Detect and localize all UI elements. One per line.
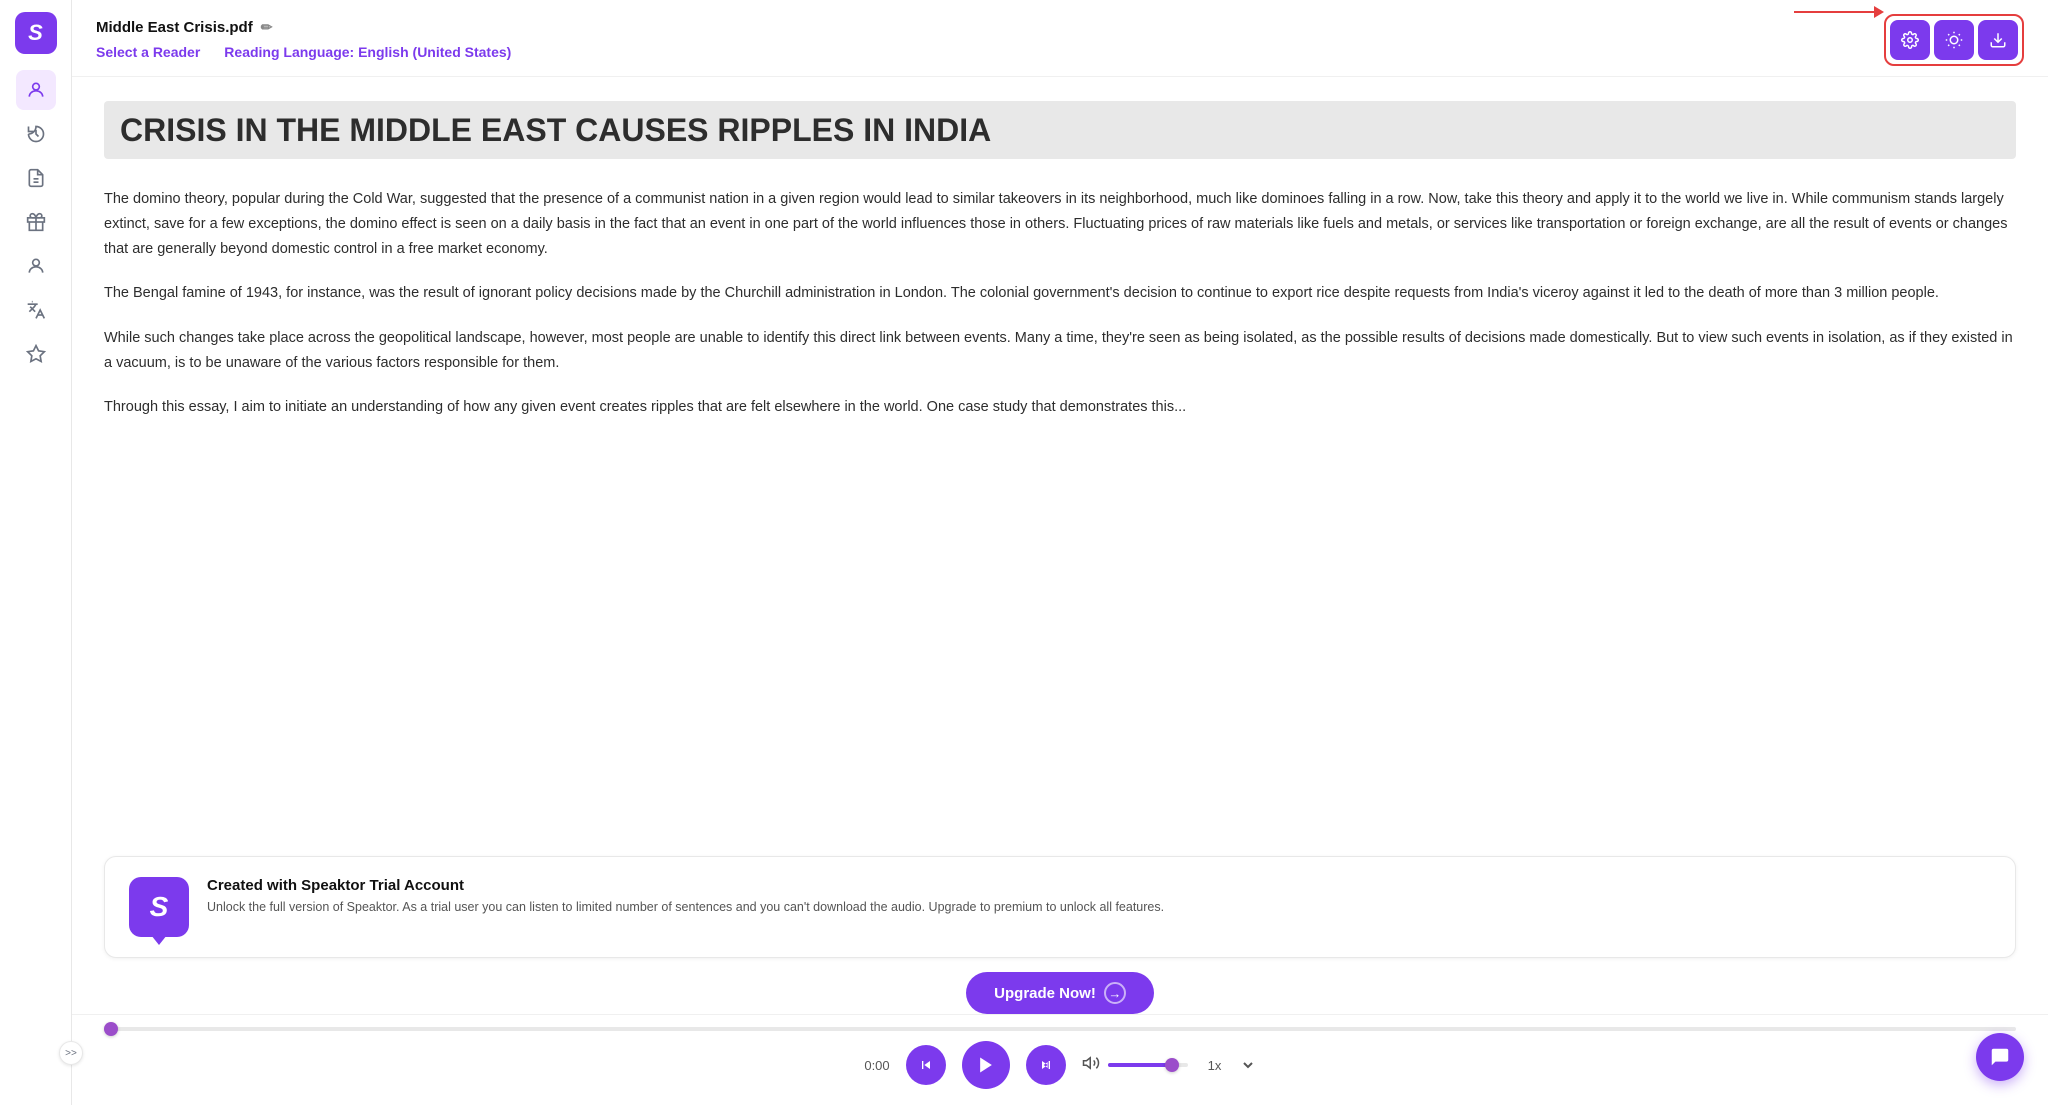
volume-fill — [1108, 1063, 1168, 1067]
sidebar-item-history[interactable] — [16, 114, 56, 154]
chat-fab-button[interactable] — [1976, 1033, 2024, 1081]
document-title: CRISIS IN THE MIDDLE EAST CAUSES RIPPLES… — [104, 101, 2016, 159]
sidebar-item-translate[interactable] — [16, 290, 56, 330]
trial-title: Created with Speaktor Trial Account — [207, 877, 1164, 894]
paragraph-4: Through this essay, I aim to initiate an… — [104, 395, 2016, 420]
trial-logo: S — [129, 877, 189, 937]
sidebar: S >> — [0, 0, 72, 1105]
arrow-line — [1794, 11, 1874, 13]
document-area: CRISIS IN THE MIDDLE EAST CAUSES RIPPLES… — [72, 77, 2048, 856]
upgrade-button[interactable]: Upgrade Now! → — [966, 972, 1154, 1014]
topbar: Middle East Crisis.pdf ✏ Select a Reader… — [72, 0, 2048, 77]
time-current: 0:00 — [864, 1058, 889, 1073]
player-area: 0:00 0.5x 0.75x 1 — [72, 1014, 2048, 1105]
speed-select[interactable]: 0.5x 0.75x 1x 1.25x 1.5x 2x — [1204, 1057, 1256, 1074]
trial-content: Created with Speaktor Trial Account Unlo… — [207, 877, 1164, 917]
main-area: Middle East Crisis.pdf ✏ Select a Reader… — [72, 0, 2048, 1105]
arrow-annotation — [1794, 6, 1884, 18]
topbar-right — [1884, 14, 2024, 76]
trial-banner: S Created with Speaktor Trial Account Un… — [104, 856, 2016, 958]
upgrade-label: Upgrade Now! — [994, 985, 1096, 1002]
progress-track[interactable] — [104, 1027, 2016, 1031]
edit-icon[interactable]: ✏ — [261, 19, 273, 36]
app-logo[interactable]: S — [15, 12, 57, 54]
upgrade-arrow-icon: → — [1104, 982, 1126, 1004]
trial-logo-letter: S — [150, 891, 169, 923]
paragraph-2: The Bengal famine of 1943, for instance,… — [104, 281, 2016, 306]
arrow-head — [1874, 6, 1884, 18]
logo-letter: S — [28, 20, 43, 46]
volume-track[interactable] — [1108, 1063, 1188, 1067]
action-buttons-group — [1884, 14, 2024, 66]
sidebar-item-profile[interactable] — [16, 246, 56, 286]
file-name: Middle East Crisis.pdf — [96, 19, 253, 36]
expand-icon: >> — [65, 1048, 77, 1059]
sidebar-item-gift[interactable] — [16, 202, 56, 242]
file-title-row: Middle East Crisis.pdf ✏ — [96, 19, 511, 36]
sidebar-item-document[interactable] — [16, 158, 56, 198]
skip-forward-button[interactable] — [1026, 1045, 1066, 1085]
sidebar-expand-button[interactable]: >> — [59, 1041, 83, 1065]
trial-description: Unlock the full version of Speaktor. As … — [207, 898, 1164, 917]
progress-bar-container[interactable] — [104, 1015, 2016, 1041]
topbar-left: Middle East Crisis.pdf ✏ Select a Reader… — [96, 19, 511, 72]
paragraph-1: The domino theory, popular during the Co… — [104, 187, 2016, 261]
sidebar-item-users[interactable] — [16, 70, 56, 110]
player-controls: 0:00 0.5x 0.75x 1 — [104, 1041, 2016, 1089]
reading-language-link[interactable]: Reading Language: English (United States… — [224, 44, 511, 72]
volume-control — [1082, 1054, 1188, 1077]
play-button[interactable] — [962, 1041, 1010, 1089]
download-button[interactable] — [1978, 20, 2018, 60]
topbar-nav: Select a Reader Reading Language: Englis… — [96, 44, 511, 72]
upgrade-row: Upgrade Now! → — [72, 972, 2048, 1014]
volume-thumb[interactable] — [1165, 1058, 1179, 1072]
skip-back-button[interactable] — [906, 1045, 946, 1085]
paragraph-3: While such changes take place across the… — [104, 326, 2016, 375]
theme-button[interactable] — [1934, 20, 1974, 60]
volume-icon — [1082, 1054, 1100, 1077]
select-reader-link[interactable]: Select a Reader — [96, 44, 200, 72]
progress-thumb[interactable] — [104, 1022, 118, 1036]
sidebar-item-premium[interactable] — [16, 334, 56, 374]
settings-button[interactable] — [1890, 20, 1930, 60]
